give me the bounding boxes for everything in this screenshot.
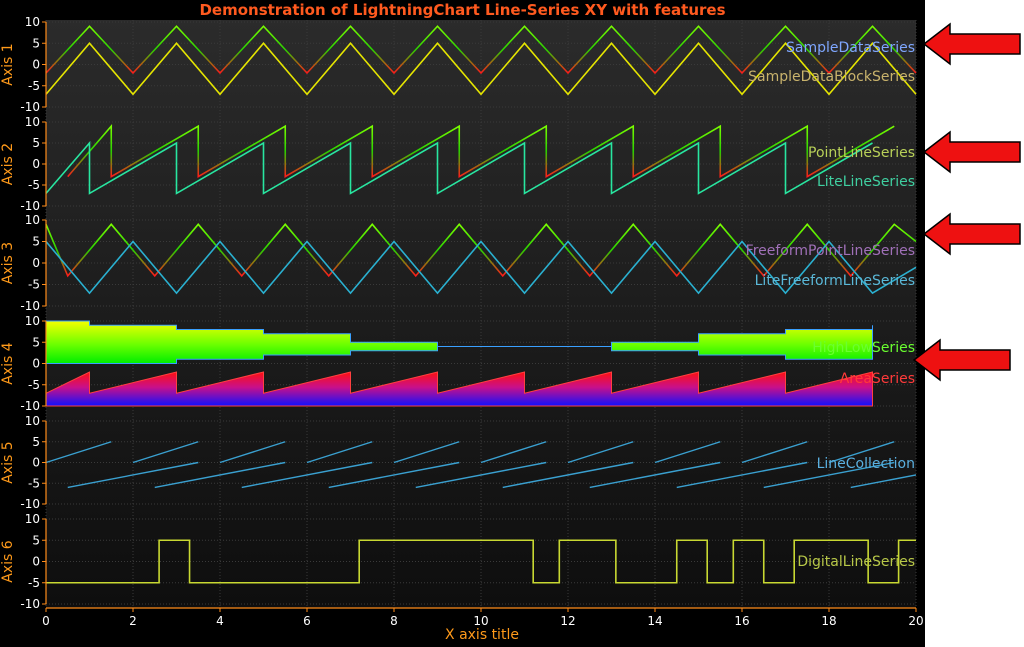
y-axis-title: Axis 6 [0,540,16,582]
y-tick-label: 0 [32,555,40,569]
y-tick-label: 0 [32,357,40,371]
y-tick-label: -10 [20,597,40,611]
y-tick-label: -5 [28,79,40,93]
y-tick-label: -10 [20,299,40,313]
y-axis-title: Axis 1 [0,43,16,85]
x-tick-label: 6 [303,614,311,628]
y-tick-label: 10 [25,115,40,129]
y-tick-label: 5 [32,435,40,449]
y-tick-label: 5 [32,235,40,249]
chart-area: 10 5 0 -5 -10 Axis 1 10 5 0 -5 -10 Axis 2 10 5 0 -5 -10 A… [0,0,925,647]
arrow-icon [912,338,1011,382]
x-tick-label: 4 [216,614,224,628]
x-tick-label: 10 [473,614,488,628]
y-tick-label: -5 [28,178,40,192]
y-tick-label: 5 [32,533,40,547]
y-axis-title: Axis 3 [0,242,16,284]
x-tick-label: 18 [821,614,836,628]
y-tick-label: -5 [28,278,40,292]
y-axis-title: Axis 2 [0,143,16,185]
arrow-icon [922,130,1021,174]
y-tick-label: -5 [28,476,40,490]
y-tick-label: 10 [25,512,40,526]
y-axis-title: Axis 4 [0,342,16,384]
x-tick-label: 14 [647,614,662,628]
legend-entry: HighLowSeries [812,340,915,356]
legend-entry: FreeformPointLineSeries [746,243,915,259]
y-tick-label: -5 [28,378,40,392]
y-tick-label: -10 [20,399,40,413]
y-tick-label: 10 [25,314,40,328]
y-tick-label: 5 [32,335,40,349]
legend-entry: DigitalLineSeries [797,554,915,570]
y-tick-label: 5 [32,136,40,150]
legend-entry: AreaSeries [840,371,915,387]
legend-entry: LiteLineSeries [817,174,915,190]
y-tick-label: -5 [28,576,40,590]
y-tick-label: 0 [32,456,40,470]
y-tick-label: -10 [20,497,40,511]
y-tick-label: 0 [32,256,40,270]
legend-entry: SampleDataSeries [786,40,915,56]
x-tick-label: 0 [42,614,50,628]
y-axis-title: Axis 5 [0,441,16,483]
arrow-icon [922,22,1021,66]
y-tick-label: -10 [20,100,40,114]
chart-title: Demonstration of LightningChart Line-Ser… [199,1,726,19]
x-tick-label: 2 [129,614,137,628]
x-tick-label: 16 [734,614,749,628]
x-tick-label: 12 [560,614,575,628]
y-tick-label: -10 [20,199,40,213]
y-tick-label: 0 [32,58,40,72]
chart-svg: 10 5 0 -5 -10 Axis 1 10 5 0 -5 -10 Axis 2 10 5 0 -5 -10 A… [0,0,925,647]
x-tick-label: 20 [908,614,923,628]
x-tick-label: 8 [390,614,398,628]
y-tick-label: 10 [25,414,40,428]
legend-entry: LineCollection [817,456,915,472]
y-tick-label: 10 [25,213,40,227]
y-tick-label: 5 [32,36,40,50]
legend-entry: SampleDataBlockSeries [748,69,915,85]
arrow-icon [922,212,1021,256]
y-tick-label: 0 [32,157,40,171]
legend-entry: PointLineSeries [808,145,915,161]
legend-entry: LiteFreeformLineSeries [755,273,915,289]
x-axis-title: X axis title [445,627,519,643]
